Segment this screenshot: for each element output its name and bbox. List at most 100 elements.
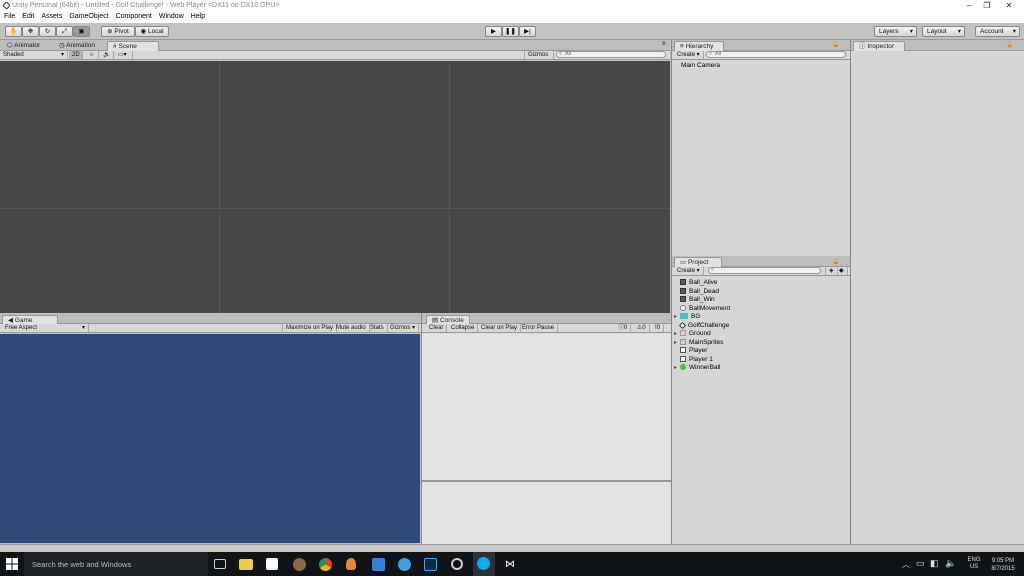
mute-audio-toggle[interactable]: Mute audio [333, 324, 370, 332]
layout-dropdown[interactable]: Layout▾ [922, 26, 965, 37]
expand-triangle-icon[interactable]: ▸ [674, 313, 677, 321]
unity-icon[interactable] [451, 558, 463, 570]
taskbar-clock[interactable]: 9:05 PM 8/7/2015 [986, 557, 1020, 573]
hierarchy-search-input[interactable]: ⌕All [706, 51, 846, 58]
lighting-toggle[interactable]: ☼ [86, 51, 99, 59]
file-explorer-icon[interactable] [239, 559, 253, 570]
project-asset-item[interactable]: Ball_Alive [680, 279, 718, 287]
layers-dropdown[interactable]: Layers▾ [874, 26, 917, 37]
panel-menu-icon[interactable]: ≡ [662, 41, 666, 47]
volume-icon[interactable]: 🔈 [945, 558, 956, 569]
gizmos-dropdown[interactable]: Gizmos ▾ [524, 51, 554, 59]
pivot-toggle[interactable]: ⊕ Pivot [101, 26, 135, 37]
show-hidden-icons[interactable]: ︿ [902, 559, 910, 570]
project-asset-item[interactable]: ▸BG [680, 313, 700, 321]
scene-search-input[interactable]: ⌕All [556, 51, 666, 58]
play-button[interactable]: ▶ [485, 26, 502, 37]
expand-triangle-icon[interactable]: ▸ [674, 330, 677, 338]
menu-assets[interactable]: Assets [37, 12, 65, 20]
panel-lock-icon[interactable]: 🔒 [1006, 41, 1013, 48]
restore-button[interactable]: ❐ [976, 0, 998, 12]
console-clear-button[interactable]: Clear [426, 324, 447, 332]
rotate-tool-button[interactable]: ↻ [39, 26, 56, 37]
warning-filter-toggle[interactable]: ⚠0 [634, 324, 650, 332]
project-asset-item[interactable]: Player [680, 347, 707, 355]
rect-tool-button[interactable]: ▣ [73, 26, 90, 37]
effects-dropdown[interactable]: ▭▾ [115, 51, 133, 59]
console-log-area[interactable] [422, 334, 671, 480]
project-asset-item[interactable]: GolfChallenge [680, 322, 729, 330]
store-icon[interactable] [266, 558, 278, 570]
move-tool-button[interactable]: ✥ [22, 26, 39, 37]
app-flame-icon[interactable] [346, 558, 356, 570]
tab-inspector[interactable]: ⓘ Inspector [853, 41, 905, 51]
skype-icon[interactable] [473, 552, 495, 576]
photoshop-icon[interactable] [424, 558, 437, 571]
menu-component[interactable]: Component [112, 12, 155, 20]
scale-tool-button[interactable]: ⤢ [56, 26, 73, 37]
project-asset-item[interactable]: ▸WinnerBall [680, 364, 720, 372]
paint-icon[interactable] [293, 558, 306, 571]
project-create-dropdown[interactable]: Create ▾ [674, 267, 704, 275]
error-pause-toggle[interactable]: Error Pause [519, 324, 558, 332]
status-bar [0, 544, 1024, 552]
hand-tool-button[interactable]: ✋ [5, 26, 22, 37]
hierarchy-create-dropdown[interactable]: Create ▾ [674, 51, 704, 59]
chrome-icon[interactable] [319, 558, 332, 571]
maximize-on-play-toggle[interactable]: Maximize on Play [282, 324, 337, 332]
game-controlbar: Free Aspect▾ Maximize on Play Mute audio… [0, 324, 421, 333]
filter-by-label-button[interactable]: ◆ [836, 267, 848, 275]
network-icon[interactable]: ◧ [930, 558, 939, 569]
error-filter-toggle[interactable]: !0 [652, 324, 664, 332]
panel-lock-icon[interactable]: 🔒 [832, 41, 839, 48]
info-filter-toggle[interactable]: ⓘ0 [615, 324, 631, 332]
project-asset-item[interactable]: ▸Ground [680, 330, 711, 338]
action-center-icon[interactable]: ▭ [916, 558, 925, 569]
menu-edit[interactable]: Edit [18, 12, 37, 20]
menu-gameobject[interactable]: GameObject [65, 12, 111, 20]
windows-start-icon[interactable] [6, 558, 18, 570]
clear-on-play-toggle[interactable]: Clear on Play [478, 324, 521, 332]
tab-animator[interactable]: ⬡ Animator [2, 41, 45, 51]
tab-scene-label: Scene [118, 43, 136, 50]
menu-help[interactable]: Help [187, 12, 208, 20]
audio-toggle[interactable]: 🔈 [100, 51, 114, 59]
console-collapse-toggle[interactable]: Collapse [448, 324, 478, 332]
step-button[interactable]: ▶| [519, 26, 536, 37]
tab-animation[interactable]: ◷ Animation [54, 41, 100, 51]
local-toggle[interactable]: ◉ Local [135, 26, 169, 37]
project-asset-item[interactable]: BallMovement [680, 305, 730, 313]
project-asset-item[interactable]: ▸MainSprites [680, 339, 723, 347]
app-blue-icon[interactable] [372, 558, 385, 571]
stats-toggle[interactable]: Stats [367, 324, 388, 332]
tab-scene[interactable]: # Scene [107, 41, 159, 51]
hierarchy-item[interactable]: Main Camera [681, 62, 720, 69]
scene-viewport[interactable] [0, 61, 670, 313]
taskbar-search-box[interactable]: Search the web and Windows [24, 552, 208, 576]
task-view-icon[interactable] [214, 559, 226, 569]
account-dropdown[interactable]: Account▾ [975, 26, 1020, 37]
2d-toggle[interactable]: 2D [69, 51, 83, 59]
console-detail-area[interactable] [422, 482, 671, 544]
aspect-dropdown[interactable]: Free Aspect▾ [2, 324, 89, 332]
app-globe-icon[interactable] [398, 558, 411, 571]
shading-mode-dropdown[interactable]: Shaded▾ [0, 51, 68, 59]
tab-hierarchy[interactable]: ≡ Hierarchy [674, 41, 724, 51]
input-language-indicator[interactable]: ENG US [965, 557, 983, 571]
pause-button[interactable]: ❚❚ [502, 26, 519, 37]
game-viewport[interactable] [0, 334, 420, 543]
expand-triangle-icon[interactable]: ▸ [674, 339, 677, 347]
expand-triangle-icon[interactable]: ▸ [674, 364, 677, 372]
project-asset-item[interactable]: Player 1 [680, 356, 713, 364]
menu-file[interactable]: File [0, 12, 18, 20]
close-button[interactable]: ✕ [998, 0, 1020, 12]
project-search-input[interactable]: ⌕ [708, 267, 821, 274]
panel-lock-icon[interactable]: 🔒 [832, 258, 839, 265]
project-asset-item[interactable]: Ball_Dead [680, 288, 719, 296]
tab-project[interactable]: ▭ Project [674, 257, 722, 267]
game-panel: ◀ Game Free Aspect▾ Maximize on Play Mut… [0, 313, 421, 544]
menu-window[interactable]: Window [155, 12, 187, 20]
visual-studio-icon[interactable]: ⋈ [503, 558, 517, 571]
project-asset-item[interactable]: Ball_Win [680, 296, 715, 304]
game-gizmos-dropdown[interactable]: Gizmos ▾ [387, 324, 419, 332]
